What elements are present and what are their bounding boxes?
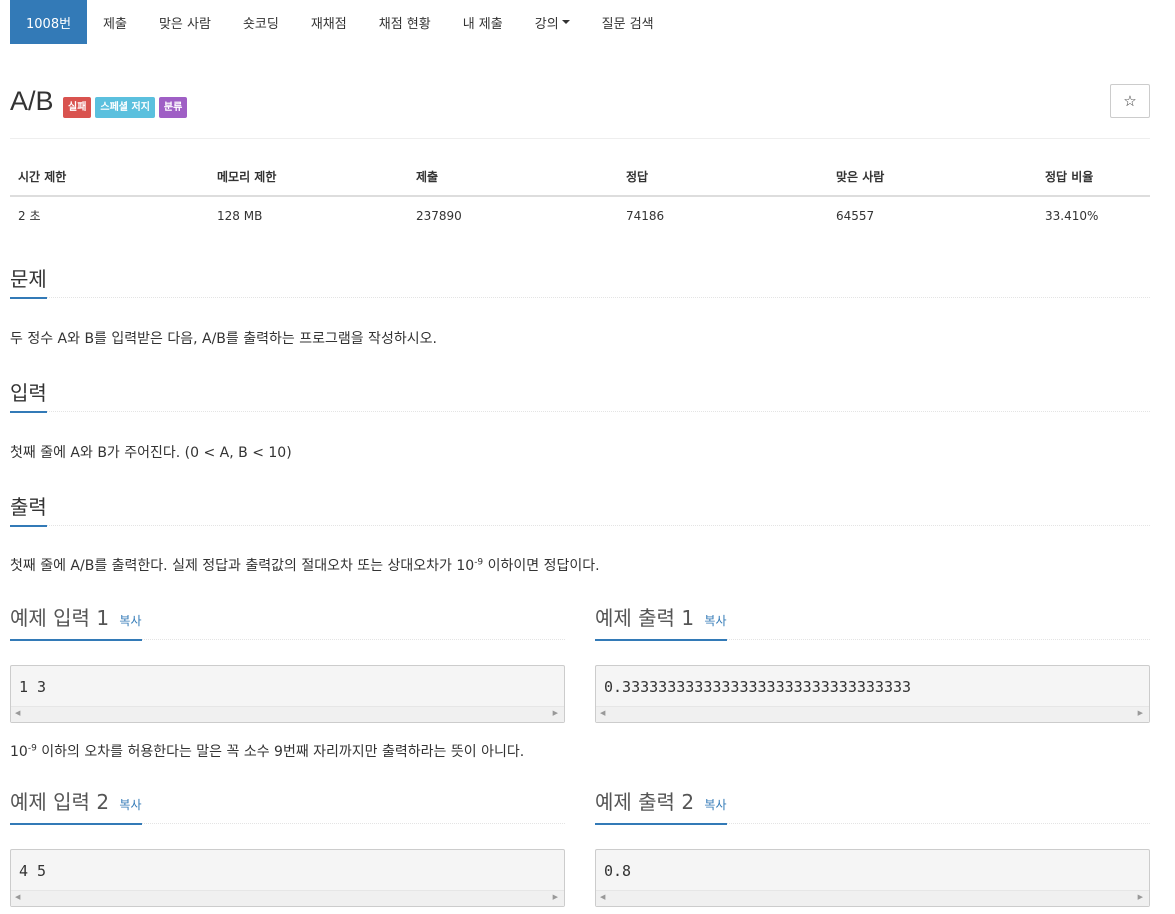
- note-exponent: -9: [27, 743, 37, 754]
- nav-lectures-label: 강의: [534, 16, 559, 32]
- scroll-left-icon[interactable]: ◀: [15, 893, 20, 901]
- section-problem-title: 문제: [10, 267, 47, 299]
- problem-header: A/B 실패 스페셜 저지 분류 ☆: [10, 84, 1150, 139]
- category-badge[interactable]: 분류: [158, 97, 188, 118]
- sample-output-2-box[interactable]: 0.8 ◀ ▶: [595, 849, 1150, 907]
- star-icon: ☆: [1123, 92, 1137, 110]
- sample-1-note: 10-9 이하의 오차를 허용한다는 말은 꼭 소수 9번째 자리까지만 출력하…: [10, 741, 524, 761]
- copy-sample-output-2-link[interactable]: 복사: [704, 798, 726, 812]
- sample-output-1-title: 예제 출력 1: [595, 606, 695, 630]
- sample-output-2-title-wrap: 예제 출력 2 복사: [595, 790, 727, 825]
- sample-output-1-header: 예제 출력 1 복사: [595, 602, 1150, 641]
- output-exponent: -9: [474, 557, 484, 568]
- horizontal-scrollbar[interactable]: ◀ ▶: [596, 706, 1149, 722]
- output-description: 첫째 줄에 A/B를 출력한다. 실제 정답과 출력값의 절대오차 또는 상대오…: [10, 555, 600, 575]
- header-memory-limit: 메모리 제한: [209, 158, 408, 197]
- sample-output-2-code: 0.8: [604, 862, 632, 880]
- nav-submit[interactable]: 제출: [87, 0, 143, 44]
- problem-nav: 1008번 제출 맞은 사람 숏코딩 재채점 채점 현황 내 제출 강의 질문 …: [10, 0, 670, 44]
- scroll-left-icon[interactable]: ◀: [600, 893, 605, 901]
- value-accepted: 74186: [626, 208, 665, 223]
- sample-output-1-code: 0.33333333333333333333333333333333: [604, 678, 912, 696]
- sample-input-1-header: 예제 입력 1 복사: [10, 602, 565, 641]
- output-text-after: 이하이면 정답이다.: [483, 558, 600, 574]
- section-output-header: 출력: [10, 488, 1150, 527]
- sample-input-2-title: 예제 입력 2: [10, 790, 110, 814]
- copy-sample-input-1-link[interactable]: 복사: [119, 614, 141, 628]
- sample-input-2-code: 4 5: [19, 862, 47, 880]
- scroll-left-icon[interactable]: ◀: [15, 709, 20, 717]
- sample-output-1-box[interactable]: 0.33333333333333333333333333333333 ◀ ▶: [595, 665, 1150, 723]
- nav-solved-users[interactable]: 맞은 사람: [143, 0, 227, 44]
- value-submissions: 237890: [416, 208, 462, 223]
- note-text: 이하의 오차를 허용한다는 말은 꼭 소수 9번째 자리까지만 출력하라는 뜻이…: [36, 744, 525, 760]
- caret-down-icon: [561, 20, 570, 24]
- section-problem-header: 문제: [10, 260, 1150, 299]
- sample-input-2-box[interactable]: 4 5 ◀ ▶: [10, 849, 565, 907]
- value-time-limit: 2 초: [18, 209, 41, 223]
- section-output-title: 출력: [10, 495, 47, 527]
- header-accepted: 정답: [618, 158, 828, 197]
- output-text-before: 첫째 줄에 A/B를 출력한다. 실제 정답과 출력값의 절대오차 또는 상대오…: [10, 558, 475, 574]
- copy-sample-output-1-link[interactable]: 복사: [704, 614, 726, 628]
- favorite-button[interactable]: ☆: [1110, 84, 1150, 118]
- nav-question-search[interactable]: 질문 검색: [586, 0, 670, 44]
- copy-sample-input-2-link[interactable]: 복사: [119, 798, 141, 812]
- sample-output-2-title: 예제 출력 2: [595, 790, 695, 814]
- scroll-right-icon[interactable]: ▶: [553, 893, 558, 901]
- input-description: 첫째 줄에 A와 B가 주어진다. (0 < A, B < 10): [10, 445, 292, 461]
- section-input-header: 입력: [10, 374, 1150, 413]
- scroll-right-icon[interactable]: ▶: [1138, 709, 1143, 717]
- problem-info-table: 시간 제한 메모리 제한 제출 정답 맞은 사람 정답 비율 2 초 128 M…: [10, 158, 1150, 234]
- nav-lectures-dropdown[interactable]: 강의: [519, 0, 586, 44]
- scroll-right-icon[interactable]: ▶: [553, 709, 558, 717]
- status-badge-failed: 실패: [63, 97, 92, 118]
- nav-problem-number[interactable]: 1008번: [10, 0, 88, 44]
- sample-input-2-title-wrap: 예제 입력 2 복사: [10, 790, 142, 825]
- section-input-title: 입력: [10, 381, 47, 413]
- horizontal-scrollbar[interactable]: ◀ ▶: [11, 890, 564, 906]
- sample-input-1-title: 예제 입력 1: [10, 606, 110, 630]
- value-accept-rate: 33.410%: [1045, 208, 1099, 223]
- header-time-limit: 시간 제한: [10, 158, 209, 197]
- nav-short-coding[interactable]: 숏코딩: [227, 0, 295, 44]
- problem-title: A/B: [10, 86, 54, 116]
- value-memory-limit: 128 MB: [217, 208, 263, 223]
- note-base: 10: [10, 744, 28, 760]
- sample-input-1-title-wrap: 예제 입력 1 복사: [10, 606, 142, 641]
- header-accept-rate: 정답 비율: [1037, 158, 1150, 197]
- horizontal-scrollbar[interactable]: ◀ ▶: [11, 706, 564, 722]
- nav-my-submissions[interactable]: 내 제출: [447, 0, 519, 44]
- sample-input-1-box[interactable]: 1 3 ◀ ▶: [10, 665, 565, 723]
- header-solved-users: 맞은 사람: [828, 158, 1037, 197]
- special-judge-badge: 스페셜 저지: [95, 97, 155, 118]
- info-value-row: 2 초 128 MB 237890 74186 64557 33.410%: [10, 196, 1150, 234]
- problem-description: 두 정수 A와 B를 입력받은 다음, A/B를 출력하는 프로그램을 작성하시…: [10, 331, 437, 347]
- sample-output-1-title-wrap: 예제 출력 1 복사: [595, 606, 727, 641]
- value-solved-users: 64557: [836, 208, 875, 223]
- nav-rejudge[interactable]: 재채점: [295, 0, 363, 44]
- sample-input-2-header: 예제 입력 2 복사: [10, 786, 565, 825]
- page: 1008번 제출 맞은 사람 숏코딩 재채점 채점 현황 내 제출 강의 질문 …: [0, 0, 1175, 914]
- horizontal-scrollbar[interactable]: ◀ ▶: [596, 890, 1149, 906]
- scroll-right-icon[interactable]: ▶: [1138, 893, 1143, 901]
- info-header-row: 시간 제한 메모리 제한 제출 정답 맞은 사람 정답 비율: [10, 158, 1150, 197]
- problem-labels: 실패 스페셜 저지 분류: [63, 97, 188, 118]
- sample-input-1-code: 1 3: [19, 678, 47, 696]
- scroll-left-icon[interactable]: ◀: [600, 709, 605, 717]
- header-submissions: 제출: [408, 158, 618, 197]
- sample-output-2-header: 예제 출력 2 복사: [595, 786, 1150, 825]
- nav-status[interactable]: 채점 현황: [363, 0, 447, 44]
